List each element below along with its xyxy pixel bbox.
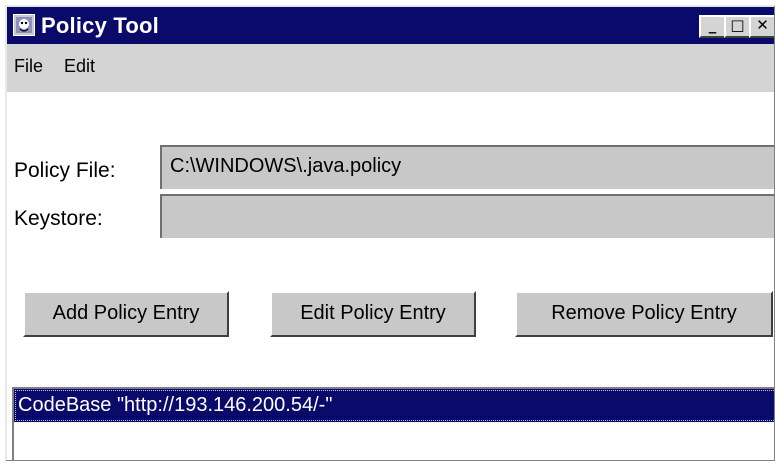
java-app-icon <box>13 14 35 36</box>
policy-entry-list[interactable]: CodeBase "http://193.146.200.54/-" <box>12 387 774 460</box>
minimize-button[interactable]: _ <box>699 15 726 38</box>
menu-bar: File Edit <box>7 44 774 92</box>
policy-file-field[interactable]: C:\WINDOWS\.java.policy <box>160 145 774 189</box>
maximize-button[interactable]: □ <box>724 15 751 38</box>
policy-tool-window: Policy Tool _ □ ✕ File Edit Policy File:… <box>5 5 775 461</box>
edit-policy-entry-button[interactable]: Edit Policy Entry <box>270 291 476 337</box>
policy-entry-row-selected[interactable]: CodeBase "http://193.146.200.54/-" <box>14 389 774 422</box>
policy-file-label: Policy File: <box>14 159 116 182</box>
menu-file[interactable]: File <box>14 56 43 77</box>
menu-edit[interactable]: Edit <box>64 56 95 77</box>
remove-policy-entry-button[interactable]: Remove Policy Entry <box>515 291 773 337</box>
window-title: Policy Tool <box>41 13 159 38</box>
title-bar[interactable]: Policy Tool _ □ ✕ <box>7 7 774 44</box>
keystore-label: Keystore: <box>14 207 103 230</box>
close-button[interactable]: ✕ <box>749 15 774 38</box>
keystore-field[interactable] <box>160 194 774 238</box>
main-panel: Policy File: C:\WINDOWS\.java.policy Key… <box>7 92 774 460</box>
add-policy-entry-button[interactable]: Add Policy Entry <box>23 291 229 337</box>
